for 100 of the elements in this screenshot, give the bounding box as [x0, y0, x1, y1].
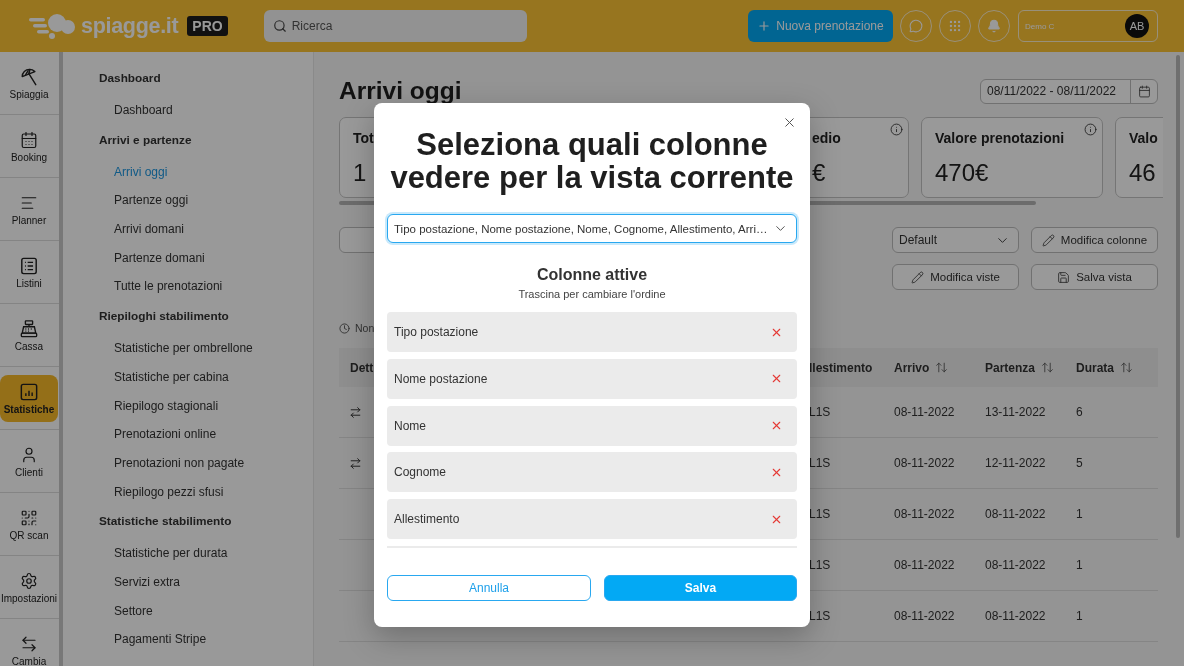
- view-select[interactable]: Default: [892, 227, 1019, 253]
- list-icon: [20, 256, 38, 275]
- menu-item[interactable]: Statistiche per ombrellone: [114, 334, 253, 363]
- chat-icon: [909, 19, 923, 33]
- table-cell: 13-11-2022: [985, 405, 1046, 419]
- card-value: 46: [1129, 158, 1156, 188]
- section-title: Colonne attive: [535, 265, 649, 285]
- save-view-button[interactable]: Salva vista: [1031, 264, 1158, 290]
- table-cell: 08-11-2022: [985, 609, 1046, 623]
- table-cell: 08-11-2022: [985, 558, 1046, 572]
- column-label: Nome postazione: [394, 371, 488, 386]
- remove-button[interactable]: [770, 419, 783, 432]
- clock-icon: [339, 322, 350, 334]
- sidebar-item[interactable]: Spiaggia: [0, 60, 58, 107]
- menu-item[interactable]: Dashboard: [114, 96, 173, 125]
- table-cell: L1S: [809, 558, 831, 572]
- column-header[interactable]: Partenza: [985, 360, 1036, 375]
- menu-item[interactable]: Statistiche per durata: [114, 539, 228, 568]
- table-cell: 1: [1076, 507, 1083, 521]
- section-hint: Trascina per cambiare l'ordine: [517, 287, 667, 302]
- card-title: Valo: [1129, 129, 1158, 147]
- swap-arrows-icon: [20, 634, 38, 653]
- menu-item[interactable]: Settore: [114, 596, 153, 626]
- table-cell: L1S: [809, 507, 831, 521]
- sidebar-item[interactable]: Clienti: [0, 438, 58, 485]
- qr-code-icon: [20, 508, 38, 527]
- save-icon: [1057, 270, 1071, 284]
- table-cell: 08-11-2022: [894, 405, 955, 419]
- menu-item[interactable]: Servizi extra: [114, 567, 181, 597]
- swap-arrows-icon[interactable]: [349, 456, 362, 470]
- date-range-field[interactable]: 08/11/2022 - 08/11/2022: [980, 78, 1158, 104]
- menu-item[interactable]: Prenotazioni online: [114, 420, 217, 449]
- sidebar-item[interactable]: Impostazioni: [0, 564, 58, 611]
- table-cell: 08-11-2022: [894, 558, 955, 572]
- sidebar-item[interactable]: Cambia: [0, 627, 58, 666]
- card-title: Valore prenotazioni: [935, 129, 1065, 147]
- menu-item[interactable]: Tutte le prenotazioni: [114, 272, 223, 302]
- menu-item[interactable]: Partenze domani: [114, 243, 205, 273]
- table-cell: 1: [1076, 558, 1083, 572]
- table-cell: 5: [1076, 456, 1083, 470]
- table-cell: 1: [1076, 609, 1083, 623]
- bell-icon: [987, 19, 1001, 33]
- sidebar-item[interactable]: Booking: [0, 123, 58, 170]
- calendar-icon: [1137, 84, 1151, 98]
- column-item[interactable]: Tipo postazione: [387, 312, 797, 352]
- grid-icon: [948, 19, 962, 33]
- status-text: Non: [355, 322, 375, 334]
- menu-heading: Riepiloghi stabilimento: [99, 308, 229, 326]
- column-label: Nome: [394, 418, 426, 433]
- umbrella-icon: [20, 67, 38, 86]
- search-field[interactable]: Ricerca: [263, 10, 527, 42]
- column-item[interactable]: Allestimento: [387, 499, 797, 539]
- account-menu[interactable]: Demo C AB: [1018, 10, 1158, 42]
- sidebar-item[interactable]: QR scan: [0, 501, 58, 548]
- column-label: Tipo postazione: [394, 325, 479, 339]
- pencil-icon: [1041, 233, 1055, 247]
- page-title: Arrivi oggi: [339, 77, 462, 105]
- menu-item[interactable]: Riepilogo stagionali: [114, 391, 219, 421]
- menu-heading: Statistiche stabilimento: [99, 513, 232, 531]
- column-header[interactable]: Arrivo: [894, 360, 930, 375]
- menu-heading: Arrivi e partenze: [99, 131, 192, 149]
- sidebar-item[interactable]: Statistiche: [0, 375, 58, 422]
- column-header: llestimento: [809, 360, 873, 375]
- menu-item[interactable]: Partenze oggi: [114, 186, 189, 216]
- sidebar-item[interactable]: Cassa: [0, 312, 58, 359]
- bar-chart-icon: [20, 382, 38, 401]
- table-cell: 08-11-2022: [894, 507, 955, 521]
- menu-item[interactable]: Arrivi domani: [114, 215, 185, 244]
- sidebar-item[interactable]: Listini: [0, 249, 58, 296]
- column-label: Cognome: [394, 465, 447, 480]
- menu-item[interactable]: Pagamenti Stripe: [114, 625, 207, 654]
- logo-text: spiagge.it: [81, 13, 179, 39]
- sort-icon[interactable]: [935, 361, 949, 374]
- column-header[interactable]: Durata: [1076, 360, 1114, 375]
- menu-heading: Dashboard: [99, 70, 161, 87]
- cash-register-icon: [20, 319, 38, 338]
- swap-arrows-icon[interactable]: [349, 405, 362, 419]
- columns-select[interactable]: Tipo postazione, Nome postazione, Nome, Cognome, Allestimento, Arri…: [387, 214, 797, 243]
- plus-icon: [757, 19, 772, 33]
- table-cell: 08-11-2022: [894, 609, 955, 623]
- person-icon: [20, 445, 38, 464]
- column-item[interactable]: Cognome: [387, 452, 797, 493]
- card-value: 1: [353, 158, 367, 188]
- edit-views-button[interactable]: Modifica viste: [892, 264, 1019, 290]
- menu-item[interactable]: Statistiche per cabina: [114, 362, 229, 392]
- card-value: €: [812, 158, 826, 188]
- card-value: 470€: [935, 158, 989, 188]
- column-item[interactable]: Nome: [387, 405, 797, 446]
- menu-item[interactable]: Riepilogo pezzi sfusi: [114, 477, 224, 507]
- column-item[interactable]: Nome postazione: [387, 358, 797, 399]
- close-icon: [782, 115, 797, 130]
- close-button[interactable]: [782, 115, 797, 130]
- sidebar-item[interactable]: Planner: [0, 186, 58, 233]
- edit-columns-button[interactable]: Modifica colonne: [1031, 227, 1158, 253]
- sort-icon[interactable]: [1120, 361, 1133, 374]
- card-title: Tot: [353, 129, 374, 147]
- sort-icon[interactable]: [1041, 361, 1055, 374]
- table-cell: 6: [1076, 405, 1083, 419]
- settings-icon: [20, 571, 38, 590]
- menu-item[interactable]: Prenotazioni non pagate: [114, 448, 245, 478]
